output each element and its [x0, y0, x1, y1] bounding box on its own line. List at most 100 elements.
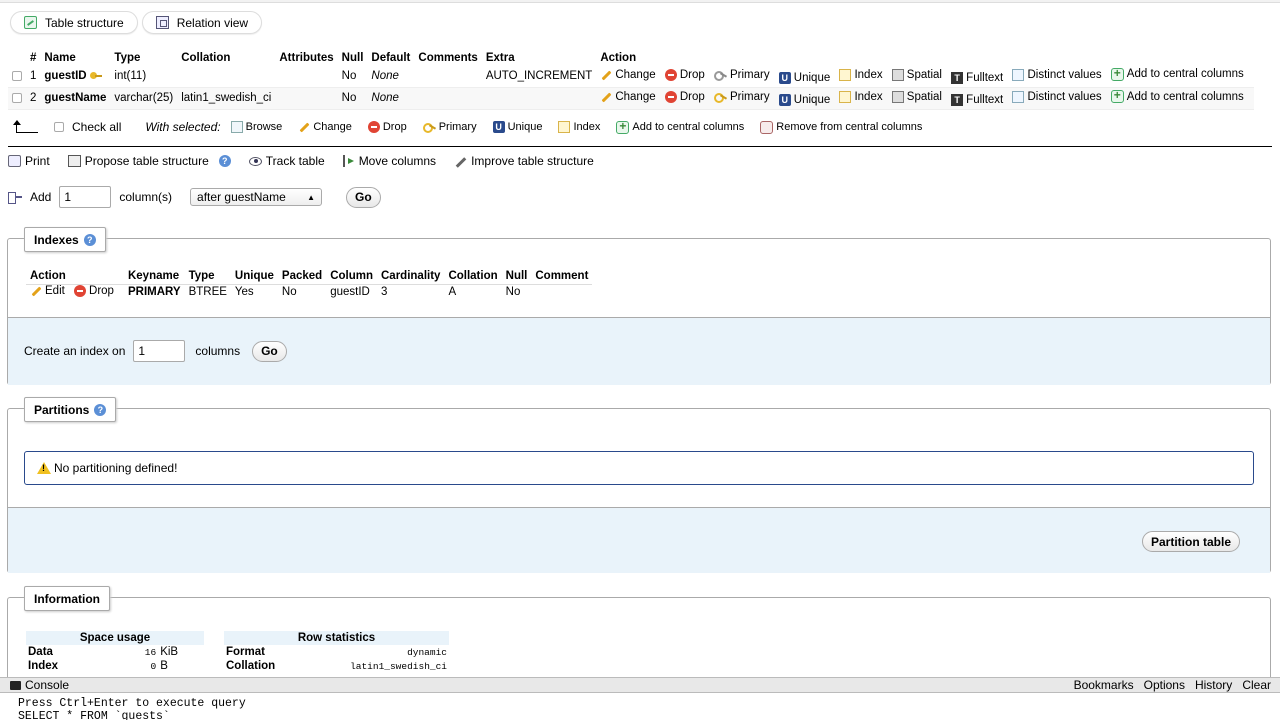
col-comments: Comments: [418, 52, 478, 64]
tab-table-structure[interactable]: Table structure: [10, 11, 138, 34]
add-central-columns-button[interactable]: Add to central columns: [616, 119, 744, 134]
drop-icon: [664, 91, 677, 103]
print-link[interactable]: Print: [8, 154, 50, 168]
drop-button[interactable]: Drop: [367, 121, 407, 133]
pencil-icon: [30, 285, 42, 297]
remove-central-columns-button[interactable]: Remove from central columns: [760, 120, 922, 134]
add-column-form: Add column(s) after guestName ▲ Go: [8, 186, 381, 208]
row-null: No: [337, 65, 368, 88]
help-icon[interactable]: ?: [218, 155, 231, 167]
row-default: None: [367, 87, 415, 110]
index-link[interactable]: Index: [839, 91, 883, 103]
row-collation: [177, 65, 276, 88]
clear-link[interactable]: Clear: [1242, 678, 1271, 692]
button-label: Drop: [382, 121, 407, 133]
col-collation: Collation: [181, 52, 231, 64]
button-label: Index: [573, 121, 601, 133]
table-row: Data 16 KiB: [26, 645, 204, 659]
browse-button[interactable]: Browse: [230, 121, 282, 133]
col-extra: Extra: [485, 52, 515, 64]
history-link[interactable]: History: [1195, 678, 1232, 692]
column-position-select[interactable]: after guestName ▲: [190, 188, 323, 206]
index-link[interactable]: Index: [839, 68, 883, 81]
index-column-count-input[interactable]: [133, 340, 186, 362]
idx-col-unique: Unique: [230, 269, 278, 285]
idx-col-column: Column: [326, 269, 377, 285]
help-icon[interactable]: ?: [94, 403, 107, 416]
idx-col-cardinality: Cardinality: [377, 269, 445, 285]
action-label: Change: [615, 91, 656, 103]
notice-text: No partitioning defined!: [54, 461, 178, 475]
row-number: 2: [26, 87, 41, 110]
check-all-label[interactable]: Check all: [72, 120, 121, 134]
change-link[interactable]: Change: [600, 91, 655, 103]
spatial-link[interactable]: Spatial: [891, 68, 942, 81]
print-icon: [8, 155, 21, 167]
primary-button[interactable]: Primary: [422, 121, 477, 133]
tab-label: Table structure: [45, 15, 124, 30]
distinct-values-link[interactable]: Distinct values: [1012, 68, 1102, 81]
remove-icon: [760, 120, 774, 134]
row-comments: [414, 65, 482, 88]
create-index-suffix: columns: [195, 344, 241, 358]
column-count-input[interactable]: [59, 186, 112, 208]
add-icon: [616, 119, 630, 134]
idx-unique: Yes: [234, 286, 254, 299]
add-column-go-button[interactable]: Go: [346, 186, 381, 208]
idx-collation: A: [448, 286, 457, 299]
table-tools: Print Propose table structure? Track tab…: [8, 154, 594, 168]
col-number: #: [30, 52, 37, 64]
add-central-columns-link[interactable]: Add to central columns: [1110, 66, 1244, 81]
info-value: 0: [150, 660, 157, 672]
fulltext-link[interactable]: T Fulltext: [951, 94, 1003, 106]
primary-link[interactable]: Primary: [713, 91, 770, 103]
action-label: Change: [615, 68, 656, 81]
console-toggle[interactable]: Console: [0, 678, 69, 692]
key-icon: [713, 69, 727, 81]
help-icon[interactable]: ?: [83, 233, 96, 246]
pencil-icon: [600, 69, 612, 81]
console-icon: [10, 680, 21, 690]
action-label: Drop: [679, 68, 705, 81]
row-checkbox[interactable]: [12, 70, 22, 81]
action-label: Index: [854, 91, 883, 103]
row-type: varchar(25): [110, 87, 178, 110]
drop-link[interactable]: Drop: [664, 68, 705, 81]
distinct-values-link[interactable]: Distinct values: [1012, 91, 1102, 103]
idx-keyname: PRIMARY: [127, 286, 181, 299]
drop-link[interactable]: Drop: [664, 91, 705, 103]
spatial-link[interactable]: Spatial: [891, 91, 942, 103]
info-label: Format: [226, 646, 265, 658]
key-icon: [713, 91, 727, 103]
add-central-columns-link[interactable]: Add to central columns: [1110, 88, 1244, 103]
propose-structure-link[interactable]: Propose table structure?: [67, 154, 231, 168]
fulltext-link[interactable]: T Fulltext: [951, 71, 1004, 84]
change-button[interactable]: Change: [298, 121, 352, 133]
unique-link[interactable]: U Unique: [778, 94, 830, 106]
create-index-go-button[interactable]: Go: [252, 340, 287, 362]
partition-table-button[interactable]: Partition table: [1141, 531, 1240, 552]
track-table-link[interactable]: Track table: [248, 154, 325, 168]
bookmarks-link[interactable]: Bookmarks: [1074, 678, 1134, 692]
fulltext-icon: T: [951, 71, 964, 84]
edit-index-link[interactable]: Edit: [30, 285, 65, 297]
action-label: Fulltext: [966, 71, 1004, 84]
tab-relation-view[interactable]: Relation view: [141, 11, 263, 34]
move-columns-link[interactable]: Move columns: [342, 154, 436, 168]
check-all-checkbox[interactable]: [54, 122, 64, 132]
drop-icon: [367, 121, 380, 133]
row-checkbox[interactable]: [12, 92, 22, 103]
index-button[interactable]: Index: [558, 121, 600, 133]
improve-structure-link[interactable]: Improve table structure: [454, 154, 594, 168]
row-collation: latin1_swedish_ci: [177, 87, 276, 110]
drop-index-link[interactable]: Drop: [74, 284, 114, 297]
options-link[interactable]: Options: [1144, 678, 1185, 692]
drop-icon: [664, 68, 677, 81]
change-link[interactable]: Change: [600, 69, 655, 81]
col-attributes: Attributes: [279, 52, 334, 64]
console-output[interactable]: Press Ctrl+Enter to execute query SELECT …: [0, 693, 1280, 720]
unique-link[interactable]: U Unique: [778, 71, 830, 84]
add-column-icon: [8, 191, 22, 204]
primary-link[interactable]: Primary: [713, 69, 770, 81]
unique-button[interactable]: U Unique: [492, 121, 542, 133]
